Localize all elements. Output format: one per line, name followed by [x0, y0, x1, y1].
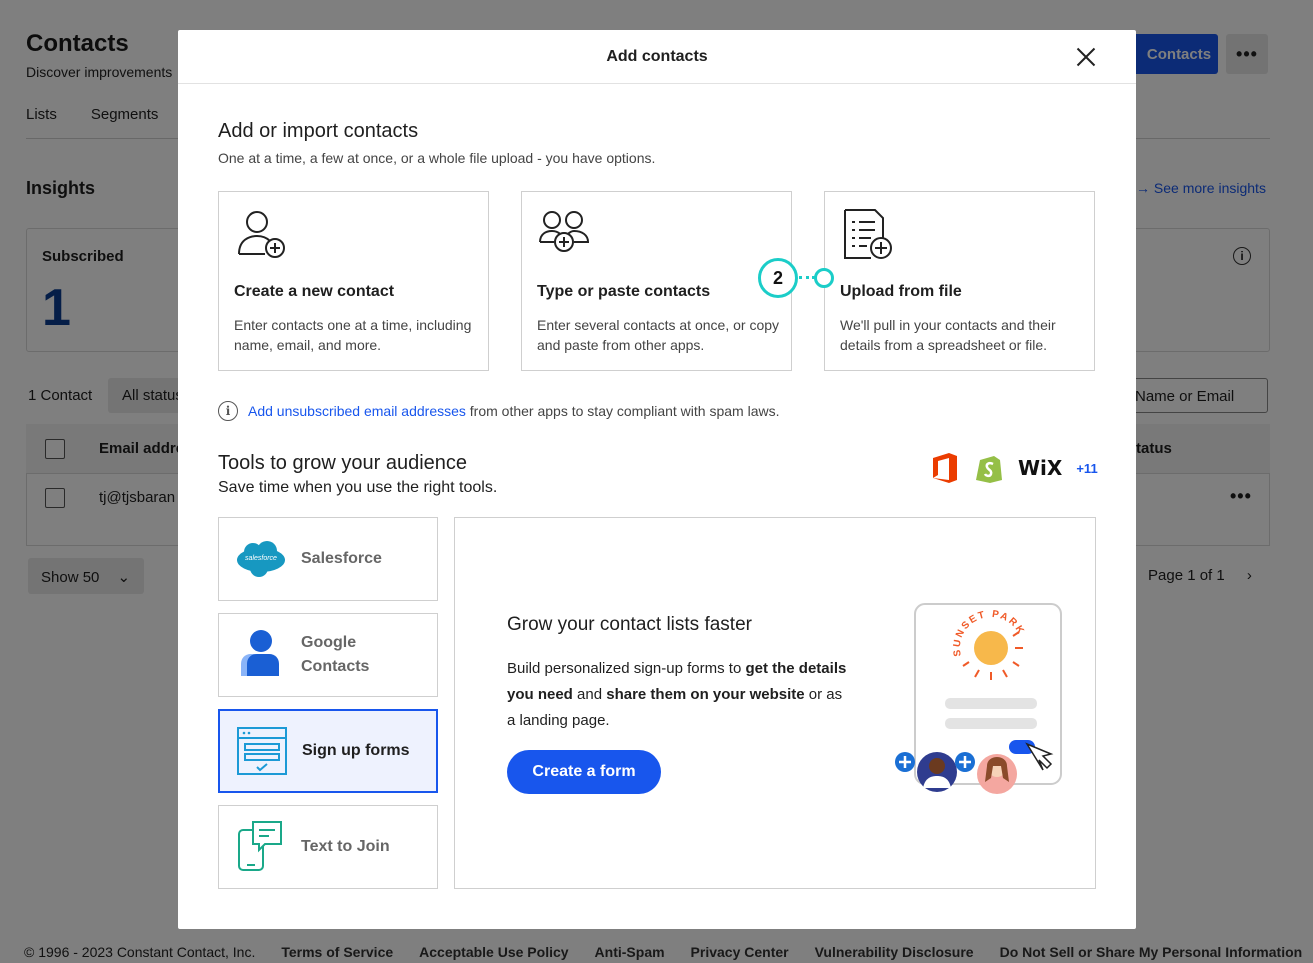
option-type-paste[interactable]: Type or paste contacts Enter several con…: [521, 191, 792, 371]
modal-header: Add contacts: [178, 30, 1136, 84]
google-contacts-icon: [241, 630, 279, 676]
salesforce-icon: salesforce: [237, 541, 285, 577]
shopify-icon: [976, 456, 1002, 483]
tool-salesforce[interactable]: salesforce Salesforce: [218, 517, 438, 601]
tool-label: Sign up forms: [302, 742, 410, 759]
integration-logos: WiX +11: [930, 452, 1098, 484]
signup-form-illustration: SUNSET PARK: [895, 603, 1062, 794]
tool-label: Salesforce: [301, 550, 382, 567]
callout-badge: 2: [758, 258, 798, 298]
tool-label: Google Contacts: [301, 634, 370, 675]
tools-title: Tools to grow your audience: [218, 452, 468, 474]
option-create-contact[interactable]: Create a new contact Enter contacts one …: [218, 191, 489, 371]
office-icon: [933, 453, 957, 483]
wix-icon: WiX: [1018, 456, 1063, 480]
more-integrations[interactable]: +11: [1076, 461, 1097, 476]
option-title: Upload from file: [840, 283, 962, 300]
option-title: Create a new contact: [234, 283, 395, 300]
form-icon: [237, 727, 287, 775]
panel-text: Build personalized sign-up forms to: [507, 660, 746, 677]
add-unsubscribed-link[interactable]: Add unsubscribed email addresses: [248, 403, 466, 419]
spam-notice: i Add unsubscribed email addresses from …: [218, 401, 779, 421]
notice-rest: from other apps to stay compliant with s…: [465, 403, 780, 419]
option-desc: Enter contacts one at a time, including …: [234, 317, 472, 353]
modal-title: Add contacts: [606, 47, 708, 65]
notice-text: Add unsubscribed email addresses from ot…: [248, 403, 779, 419]
tool-sign-up-forms[interactable]: Sign up forms: [218, 709, 438, 793]
panel-title: Grow your contact lists faster: [507, 614, 752, 635]
panel-bold: share them on your website: [606, 686, 805, 703]
info-icon: i: [218, 401, 238, 421]
tool-text-to-join[interactable]: Text to Join: [218, 805, 438, 889]
add-person-icon: [238, 211, 285, 258]
callout-target: [814, 268, 834, 288]
add-people-icon: [539, 211, 590, 252]
add-file-icon: [844, 209, 892, 259]
callout-connector: [799, 276, 815, 279]
section-title: Add or import contacts: [218, 120, 419, 142]
option-title: Type or paste contacts: [537, 283, 711, 300]
tool-detail-panel: Grow your contact lists faster Build per…: [454, 517, 1096, 889]
option-upload-file[interactable]: Upload from file We'll pull in your cont…: [824, 191, 1095, 371]
tool-google-contacts[interactable]: Google Contacts: [218, 613, 438, 697]
add-contacts-modal: Add contacts Add or import contacts One …: [178, 30, 1136, 929]
option-desc: Enter several contacts at once, or copy …: [537, 317, 780, 353]
option-desc: We'll pull in your contacts and their de…: [840, 317, 1056, 353]
salesforce-logo-text: salesforce: [245, 555, 277, 562]
tool-label: Text to Join: [301, 838, 390, 855]
close-icon[interactable]: [1076, 47, 1096, 67]
section-subtitle: One at a time, a few at once, or a whole…: [218, 150, 656, 166]
tools-subtitle: Save time when you use the right tools.: [218, 479, 498, 496]
phone-chat-icon: [238, 821, 282, 871]
panel-text: and: [572, 686, 607, 703]
panel-body: Build personalized sign-up forms to get …: [507, 656, 847, 734]
create-form-button[interactable]: Create a form: [507, 750, 661, 794]
